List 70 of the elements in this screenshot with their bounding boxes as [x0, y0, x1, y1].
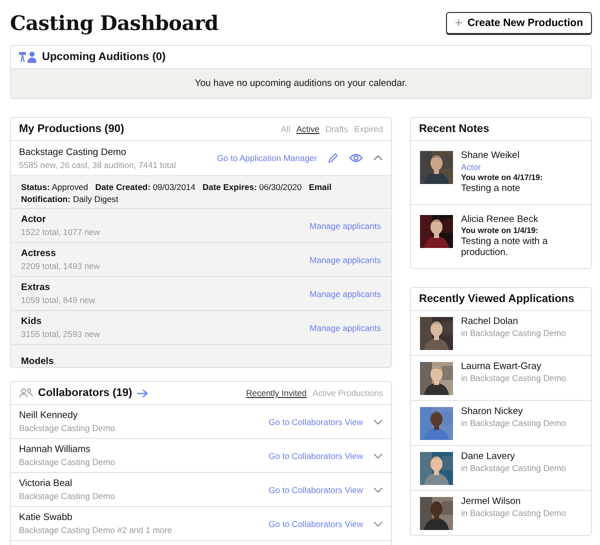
production-name: Backstage Casting Demo	[19, 146, 128, 158]
filter-tab[interactable]: Expired	[354, 124, 383, 134]
production-stats: 5585 new, 26 cast, 38 audition, 7441 total	[19, 160, 176, 170]
role-name: Extras	[21, 282, 52, 293]
applicant-name[interactable]: Dane Lavery	[461, 451, 566, 462]
expand-caret-icon[interactable]	[373, 486, 383, 492]
audition-icon	[19, 51, 37, 63]
manage-applicants-link[interactable]: Manage applicants	[310, 288, 381, 298]
expand-caret-icon[interactable]	[373, 418, 383, 424]
role-counts: 3155 total, 2593 new	[21, 329, 100, 339]
collaborators-view-link[interactable]: Go to Collaborators View	[268, 416, 363, 426]
role-counts: 1522 total, 1077 new	[21, 227, 100, 237]
manage-applicants-link[interactable]: Manage applicants	[310, 254, 381, 264]
collaborator-name: Hannah Williams	[19, 444, 92, 455]
panel-title: Upcoming Auditions (0)	[42, 51, 166, 63]
role-name: Kids	[21, 316, 43, 327]
panel-title: Recent Notes	[419, 123, 490, 135]
applicant-name[interactable]: Laurna Ewart-Gray	[461, 361, 566, 372]
empty-message: You have no upcoming auditions on your calendar.	[194, 78, 408, 89]
create-production-button[interactable]: + Create New Production	[446, 12, 592, 34]
filter-tab[interactable]: Drafts	[326, 124, 348, 134]
collaborator-production: Backstage Casting Demo	[19, 457, 115, 467]
role-link[interactable]: Actor	[461, 162, 543, 172]
pencil-icon[interactable]	[327, 152, 339, 164]
applicant-production: in Backstage Casting Demo	[461, 373, 566, 383]
collaborator-tab[interactable]: Active Productions	[312, 388, 383, 398]
applicant-name[interactable]: Rachel Dolan	[461, 316, 566, 327]
collaborator-production: Backstage Casting Demo #2 and 1 more	[19, 525, 172, 535]
page-title: Casting Dashboard	[10, 10, 218, 34]
filter-tab[interactable]: All	[280, 124, 290, 134]
role-name: Models	[21, 356, 54, 367]
panel-title: Collaborators (19)	[38, 387, 132, 399]
person-name: Alicia Renee Beck	[461, 214, 540, 225]
applicant-production: in Backstage Casting Demo	[461, 463, 566, 473]
expand-caret-icon[interactable]	[373, 520, 383, 526]
expand-caret-icon[interactable]	[373, 452, 383, 458]
role-name: Actor	[21, 214, 47, 225]
collaborators-view-link[interactable]: Go to Collaborators View	[268, 450, 363, 460]
collapse-caret-icon[interactable]	[373, 155, 383, 161]
note-text: Testing a note with a production.	[461, 236, 549, 258]
applicant-production: in Backstage Casting Demo	[461, 508, 566, 518]
applicant-name[interactable]: Jermel Wilson	[461, 496, 566, 507]
production-details: Status: Approved Date Created: 09/03/2014 Date Expires: 06/30/2020 Email Notification: Daily Digest	[21, 182, 332, 204]
collaborator-name: Neill Kennedy	[19, 410, 79, 421]
applicant-production: in Backstage Casting Demo	[461, 418, 566, 428]
note-date: You wrote on 4/17/19:	[461, 173, 543, 182]
panel-title: Recently Viewed Applications	[419, 293, 574, 305]
note-date: You wrote on 1/4/19:	[461, 226, 540, 235]
arrow-right-icon[interactable]	[137, 388, 148, 398]
applicant-production: in Backstage Casting Demo	[461, 328, 566, 338]
note-text: Testing a note	[461, 183, 522, 194]
role-counts: 1059 total, 849 new	[21, 295, 96, 305]
collaborator-name: Victoria Beal	[19, 478, 74, 489]
collaborator-production: Backstage Casting Demo	[19, 491, 115, 501]
person-name: Shane Weikel	[461, 150, 520, 161]
role-name: Actress	[21, 248, 57, 259]
role-counts: 2209 total, 1493 new	[21, 261, 100, 271]
manage-applicants-link[interactable]: Manage applicants	[310, 220, 381, 230]
manage-applicants-link[interactable]: Manage applicants	[310, 322, 381, 332]
collaborator-production: Backstage Casting Demo	[19, 423, 115, 433]
collaborator-tab[interactable]: Recently Invited	[246, 388, 307, 398]
collaborators-view-link[interactable]: Go to Collaborators View	[268, 518, 363, 528]
eye-icon[interactable]	[349, 153, 363, 163]
application-manager-link[interactable]: Go to Application Manager	[216, 153, 317, 163]
collaborators-view-link[interactable]: Go to Collaborators View	[268, 484, 363, 494]
panel-title: My Productions (90)	[19, 123, 124, 135]
people-icon	[19, 388, 33, 398]
filter-tab[interactable]: Active	[296, 124, 320, 134]
applicant-name[interactable]: Sharon Nickey	[461, 406, 566, 417]
collaborator-name: Katie Swabb	[19, 512, 74, 523]
